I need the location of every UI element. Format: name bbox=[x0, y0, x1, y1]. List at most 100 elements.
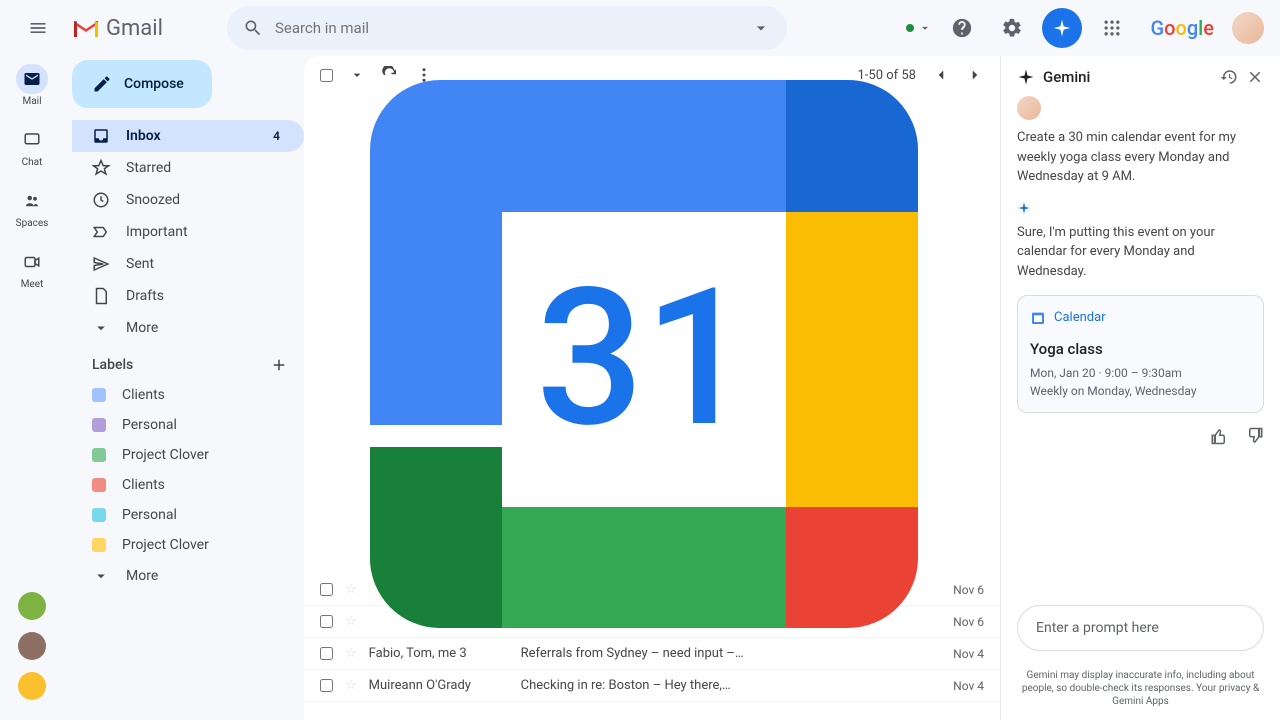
more-icon[interactable] bbox=[415, 66, 433, 84]
gemini-button[interactable] bbox=[1042, 8, 1082, 48]
menu-button[interactable] bbox=[16, 6, 60, 50]
main-content: 1-50 of 58 ☆Nov 6☆Nov 6☆Fabio, Tom, me 3… bbox=[304, 56, 1280, 720]
nav-important[interactable]: Important bbox=[72, 216, 304, 248]
sidebar: Compose Inbox4 Starred Snoozed Important… bbox=[64, 56, 304, 720]
nav-more[interactable]: More bbox=[72, 312, 304, 344]
chevron-down-icon bbox=[92, 319, 110, 337]
label-color-icon bbox=[92, 478, 106, 492]
gmail-icon bbox=[72, 17, 100, 39]
nav-snoozed[interactable]: Snoozed bbox=[72, 184, 304, 216]
label-color-icon bbox=[92, 418, 106, 432]
app-name: Gmail bbox=[106, 16, 163, 41]
label-color-icon bbox=[92, 448, 106, 462]
gemini-spark-icon bbox=[1052, 18, 1072, 38]
status-dot-icon bbox=[906, 24, 914, 32]
nav-starred[interactable]: Starred bbox=[72, 152, 304, 184]
settings-button[interactable] bbox=[992, 8, 1032, 48]
gemini-user-prompt: Create a 30 min calendar event for my we… bbox=[1017, 128, 1264, 187]
help-button[interactable] bbox=[942, 8, 982, 48]
prev-page-button[interactable] bbox=[932, 66, 950, 84]
gemini-disclaimer: Gemini may display inaccurate info, incl… bbox=[1017, 669, 1264, 708]
file-icon bbox=[92, 287, 110, 305]
thumbs-up-icon[interactable] bbox=[1210, 427, 1228, 445]
search-bar[interactable] bbox=[227, 6, 787, 50]
label-item[interactable]: Clients bbox=[72, 470, 304, 500]
mail-row[interactable]: ☆Nov 6 bbox=[304, 606, 1000, 638]
account-avatar[interactable] bbox=[1232, 12, 1264, 44]
event-time: Mon, Jan 20 · 9:00 – 9:30am bbox=[1030, 364, 1251, 382]
label-item[interactable]: Project Clover bbox=[72, 530, 304, 560]
inbox-icon bbox=[92, 127, 110, 145]
search-input[interactable] bbox=[275, 19, 739, 37]
gemini-panel: Gemini Create a 30 min calendar event fo… bbox=[1000, 56, 1280, 720]
mail-list: ☆Nov 6☆Nov 6☆Fabio, Tom, me 3Referrals f… bbox=[304, 94, 1000, 720]
label-item[interactable]: Personal bbox=[72, 410, 304, 440]
calendar-icon bbox=[1030, 310, 1046, 326]
thumbs-down-icon[interactable] bbox=[1246, 427, 1264, 445]
mail-toolbar: 1-50 of 58 bbox=[304, 56, 1000, 94]
search-icon bbox=[243, 18, 263, 38]
chevron-down-icon[interactable] bbox=[349, 67, 365, 83]
labels-heading: Labels bbox=[72, 344, 304, 380]
label-color-icon bbox=[92, 388, 106, 402]
spaces-icon bbox=[23, 192, 41, 210]
add-label-button[interactable] bbox=[270, 356, 288, 374]
label-color-icon bbox=[92, 508, 106, 522]
nav-sent[interactable]: Sent bbox=[72, 248, 304, 280]
user-avatar-small bbox=[1017, 96, 1041, 120]
gemini-prompt-input[interactable]: Enter a prompt here bbox=[1017, 605, 1264, 651]
chevron-down-icon bbox=[92, 567, 110, 585]
mail-pane: 1-50 of 58 ☆Nov 6☆Nov 6☆Fabio, Tom, me 3… bbox=[304, 56, 1000, 720]
gemini-spark-icon bbox=[1017, 68, 1035, 86]
label-item[interactable]: Clients bbox=[72, 380, 304, 410]
gemini-title: Gemini bbox=[1043, 68, 1212, 86]
clock-icon bbox=[92, 191, 110, 209]
contact-avatar[interactable] bbox=[18, 672, 46, 700]
mail-checkbox[interactable] bbox=[320, 615, 333, 628]
tune-icon[interactable] bbox=[751, 18, 771, 38]
apps-button[interactable] bbox=[1092, 8, 1132, 48]
event-title: Yoga class bbox=[1030, 338, 1251, 361]
label-item[interactable]: Project Clover bbox=[72, 440, 304, 470]
mail-row[interactable]: ☆Nov 6 bbox=[304, 574, 1000, 606]
send-icon bbox=[92, 255, 110, 273]
history-icon[interactable] bbox=[1220, 68, 1238, 86]
calendar-event-card[interactable]: Calendar Yoga class Mon, Jan 20 · 9:00 –… bbox=[1017, 295, 1264, 413]
next-page-button[interactable] bbox=[966, 66, 984, 84]
rail-mail[interactable]: Mail bbox=[16, 64, 48, 107]
meet-icon bbox=[23, 253, 41, 271]
header-actions: Google bbox=[906, 8, 1264, 48]
gemini-response: Sure, I'm putting this event on your cal… bbox=[1017, 223, 1264, 282]
mail-row[interactable]: ☆Muireann O'GradyChecking in re: Boston … bbox=[304, 670, 1000, 702]
nav-drafts[interactable]: Drafts bbox=[72, 280, 304, 312]
app-header: Gmail Google bbox=[0, 0, 1280, 56]
refresh-icon[interactable] bbox=[381, 66, 399, 84]
contact-avatar[interactable] bbox=[18, 632, 46, 660]
compose-button[interactable]: Compose bbox=[72, 60, 212, 108]
chat-icon bbox=[23, 131, 41, 149]
rail-chat[interactable]: Chat bbox=[16, 125, 48, 168]
status-indicator[interactable] bbox=[906, 21, 932, 35]
google-logo[interactable]: Google bbox=[1150, 16, 1214, 40]
page-range: 1-50 of 58 bbox=[857, 68, 916, 83]
important-icon bbox=[92, 223, 110, 241]
contact-avatar[interactable] bbox=[18, 592, 46, 620]
chevron-down-icon bbox=[918, 21, 932, 35]
mail-icon bbox=[23, 70, 41, 88]
mail-checkbox[interactable] bbox=[320, 583, 333, 596]
label-item[interactable]: Personal bbox=[72, 500, 304, 530]
gmail-logo[interactable]: Gmail bbox=[72, 16, 163, 41]
nav-inbox[interactable]: Inbox4 bbox=[72, 120, 304, 152]
pencil-icon bbox=[92, 74, 112, 94]
mail-checkbox[interactable] bbox=[320, 679, 333, 692]
rail-meet[interactable]: Meet bbox=[16, 247, 48, 290]
event-recurrence: Weekly on Monday, Wednesday bbox=[1030, 382, 1251, 400]
labels-more[interactable]: More bbox=[72, 560, 304, 592]
rail-spaces[interactable]: Spaces bbox=[16, 186, 49, 229]
mail-checkbox[interactable] bbox=[320, 647, 333, 660]
select-all-checkbox[interactable] bbox=[320, 69, 333, 82]
mail-row[interactable]: ☆Fabio, Tom, me 3Referrals from Sydney –… bbox=[304, 638, 1000, 670]
app-rail: Mail Chat Spaces Meet bbox=[0, 56, 64, 720]
star-icon bbox=[92, 159, 110, 177]
close-icon[interactable] bbox=[1246, 68, 1264, 86]
